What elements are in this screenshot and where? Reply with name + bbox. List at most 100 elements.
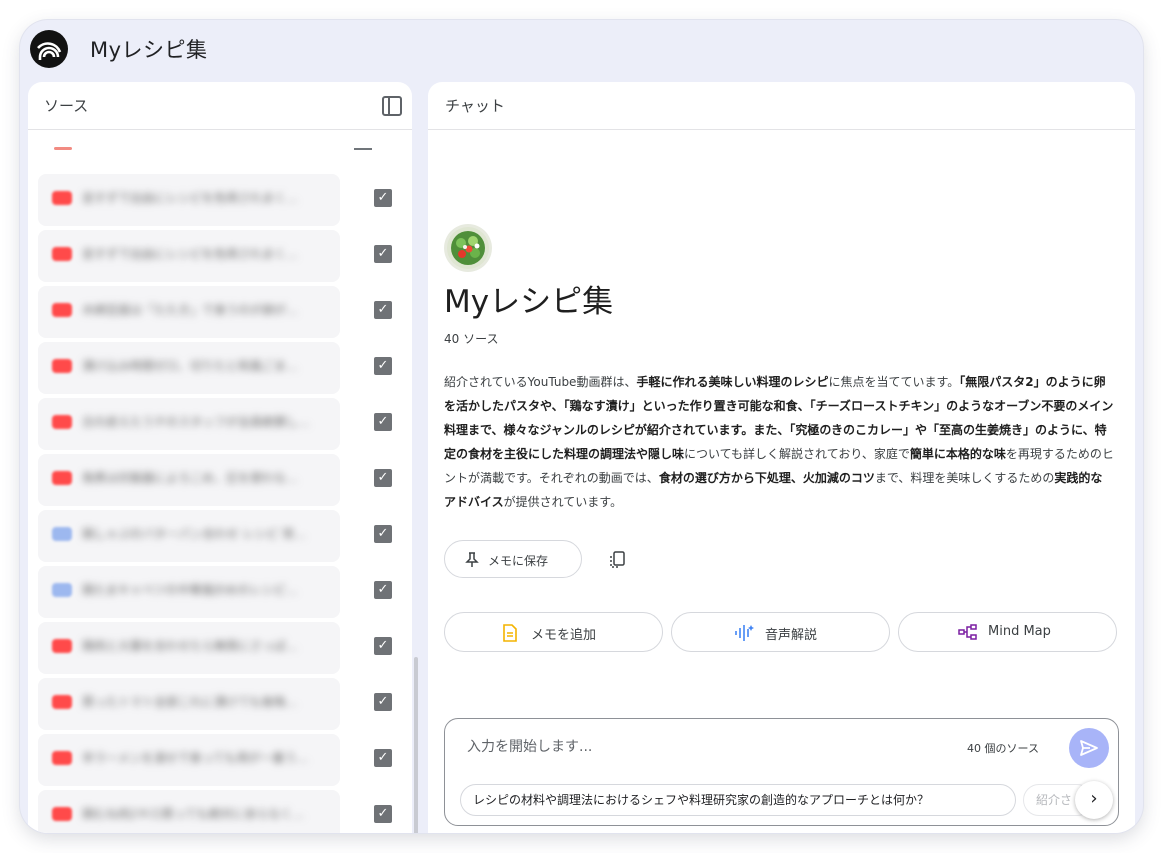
partial-checkbox[interactable]	[354, 148, 372, 150]
source-item[interactable]: 古の皮えたうチのスタッフが全員絶賛し… ✓	[38, 398, 398, 454]
source-label[interactable]: 鶏たまキャベツの中華風炒めのレシピ…	[82, 581, 332, 601]
audio-overview-label: 音声解説	[765, 628, 818, 643]
chevron-right-icon[interactable]: ›	[1075, 781, 1113, 819]
chat-panel: チャット Myレシピ集 40 ソース 紹介されているYouTube動画群は、手軽…	[428, 82, 1135, 833]
source-checkbox[interactable]: ✓	[374, 749, 392, 767]
audio-overview-button[interactable]: 音声解説	[671, 612, 890, 652]
chat-input[interactable]	[467, 735, 887, 759]
source-label[interactable]: 鶏肉と大葉を合わせたら無限にさっぱ…	[82, 637, 332, 657]
notebook-summary: 紹介されているYouTube動画群は、手軽に作れる美味しい料理のレシピに焦点を当…	[444, 370, 1114, 514]
summary-text: についても詳しく解説されており、家庭で	[684, 447, 910, 461]
youtube-icon	[52, 247, 72, 261]
chat-header: チャット	[428, 82, 1135, 130]
sources-header: ソース	[28, 82, 412, 130]
doc-icon	[52, 527, 72, 541]
youtube-icon	[52, 471, 72, 485]
notebooklm-logo-icon[interactable]	[30, 30, 68, 68]
source-card[interactable]: 辛ラーメンを湯せで食っても用が一番う…	[38, 734, 340, 786]
copy-icon[interactable]	[608, 550, 628, 570]
source-label[interactable]: 漬け込み時間ゼロ、切りたと和風ごま…	[82, 357, 332, 377]
chat-title: チャット	[445, 97, 505, 115]
source-checkbox[interactable]: ✓	[374, 637, 392, 655]
source-card[interactable]: 並すずで出由にレシピを色用されまく…	[38, 230, 340, 282]
note-icon	[503, 624, 517, 642]
salad-icon	[444, 224, 492, 272]
source-label[interactable]: 角煮は炊飯器によろこめ、圧を使わな…	[82, 469, 332, 489]
source-label[interactable]: 木綿豆腐は「たたき」で食うのが諦が…	[82, 301, 332, 321]
pin-icon	[465, 552, 479, 567]
source-label[interactable]: 買ったトマト全部これに漬けても後悔…	[82, 693, 332, 713]
youtube-icon	[52, 415, 72, 429]
summary-text: が提供されています。	[503, 495, 623, 509]
mind-map-icon	[958, 624, 977, 640]
source-checkbox[interactable]: ✓	[374, 245, 392, 263]
source-item[interactable]: 鶏むね肉2キロ買っても絶対に余らなく… ✓	[38, 790, 398, 833]
source-card[interactable]: 角煮は炊飯器によろこめ、圧を使わな…	[38, 454, 340, 506]
source-checkbox[interactable]: ✓	[374, 525, 392, 543]
source-checkbox[interactable]: ✓	[374, 357, 392, 375]
source-label[interactable]: 辛ラーメンを湯せで食っても用が一番う…	[82, 749, 332, 769]
source-checkbox[interactable]: ✓	[374, 413, 392, 431]
source-card[interactable]: 木綿豆腐は「たたき」で食うのが諦が…	[38, 286, 340, 338]
top-bar: Myレシピ集	[20, 20, 1143, 78]
source-card[interactable]: 並すずで出由にレシピを色用されまく…	[38, 174, 340, 226]
save-to-memo-label: メモに保存	[488, 554, 549, 568]
partial-source-icon	[54, 147, 72, 150]
notebook-title: Myレシピ集	[444, 284, 614, 320]
suggestion-chip[interactable]: レシピの材料や調理法におけるシェフや料理研究家の創造的なアプローチとは何か？	[460, 784, 1016, 816]
source-card[interactable]: 古の皮えたうチのスタッフが全員絶賛し…	[38, 398, 340, 450]
app-title: Myレシピ集	[90, 38, 208, 62]
source-item[interactable]: 並すずで出由にレシピを色用されまく… ✓	[38, 174, 398, 230]
source-label[interactable]: 鶏むね肉2キロ買っても絶対に余らなく…	[82, 805, 332, 825]
source-card[interactable]: 鶏肉と大葉を合わせたら無限にさっぱ…	[38, 622, 340, 674]
source-checkbox[interactable]: ✓	[374, 805, 392, 823]
source-checkbox[interactable]: ✓	[374, 693, 392, 711]
youtube-icon	[52, 303, 72, 317]
send-button[interactable]	[1069, 728, 1109, 768]
source-item[interactable]: 角煮は炊飯器によろこめ、圧を使わな… ✓	[38, 454, 398, 510]
doc-icon	[52, 583, 72, 597]
sources-title: ソース	[44, 97, 89, 115]
youtube-icon	[52, 359, 72, 373]
summary-text: 紹介されているYouTube動画群は、	[444, 375, 637, 389]
source-item[interactable]: 木綿豆腐は「たたき」で食うのが諦が… ✓	[38, 286, 398, 342]
source-item[interactable]: 辛ラーメンを湯せで食っても用が一番う… ✓	[38, 734, 398, 790]
source-checkbox[interactable]: ✓	[374, 301, 392, 319]
input-source-count: 40 個のソース	[967, 742, 1039, 755]
source-item[interactable]: 鶏肉と大葉を合わせたら無限にさっぱ… ✓	[38, 622, 398, 678]
source-label[interactable]: 並すずで出由にレシピを色用されまく…	[82, 189, 332, 209]
source-item[interactable]: 鶏たまキャベツの中華風炒めのレシピ… ✓	[38, 566, 398, 622]
summary-bold: 簡単に本格的な味	[909, 447, 1006, 461]
summary-text: に焦点を当てています。	[828, 375, 960, 389]
source-checkbox[interactable]: ✓	[374, 469, 392, 487]
source-item[interactable]: 並すずで出由にレシピを色用されまく… ✓	[38, 230, 398, 286]
source-card[interactable]: 買ったトマト全部これに漬けても後悔…	[38, 678, 340, 730]
source-card[interactable]: 漬け込み時間ゼロ、切りたと和風ごま…	[38, 342, 340, 394]
source-item[interactable]: 鶏しゃぶのバターパン合わせ レシピ 常… ✓	[38, 510, 398, 566]
mind-map-label: Mind Map	[988, 624, 1051, 639]
sources-scrollbar[interactable]	[414, 657, 418, 833]
source-label[interactable]: 並すずで出由にレシピを色用されまく…	[82, 245, 332, 265]
source-checkbox[interactable]: ✓	[374, 581, 392, 599]
source-card[interactable]: 鶏しゃぶのバターパン合わせ レシピ 常…	[38, 510, 340, 562]
chat-input-box: 40 個のソース レシピの材料や調理法におけるシェフや料理研究家の創造的なアプロ…	[444, 718, 1119, 826]
source-card[interactable]: 鶏たまキャベツの中華風炒めのレシピ…	[38, 566, 340, 618]
sources-panel: ソース 並すずで出由にレシピを色用されまく… ✓ 並すずで出由にレシピを色用されま…	[28, 82, 412, 833]
youtube-icon	[52, 639, 72, 653]
notebook-source-count: 40 ソース	[444, 332, 499, 346]
add-note-label: メモを追加	[531, 628, 597, 643]
add-note-button[interactable]: メモを追加	[444, 612, 663, 652]
youtube-icon	[52, 751, 72, 765]
send-icon	[1080, 740, 1098, 756]
source-label[interactable]: 古の皮えたうチのスタッフが全員絶賛し…	[82, 413, 332, 433]
collapse-panel-icon[interactable]	[382, 96, 402, 116]
source-checkbox[interactable]: ✓	[374, 189, 392, 207]
source-item[interactable]: 買ったトマト全部これに漬けても後悔… ✓	[38, 678, 398, 734]
source-label[interactable]: 鶏しゃぶのバターパン合わせ レシピ 常…	[82, 525, 332, 545]
app-window: Myレシピ集 ソース 並すずで出由にレシピを色用されまく… ✓ 並すずで出由にレシ…	[20, 20, 1143, 833]
mind-map-button[interactable]: Mind Map	[898, 612, 1117, 652]
source-item[interactable]: 漬け込み時間ゼロ、切りたと和風ごま… ✓	[38, 342, 398, 398]
save-to-memo-button[interactable]: メモに保存	[444, 540, 582, 578]
source-list: 並すずで出由にレシピを色用されまく… ✓ 並すずで出由にレシピを色用されまく… ✓ …	[38, 174, 398, 833]
source-card[interactable]: 鶏むね肉2キロ買っても絶対に余らなく…	[38, 790, 340, 833]
